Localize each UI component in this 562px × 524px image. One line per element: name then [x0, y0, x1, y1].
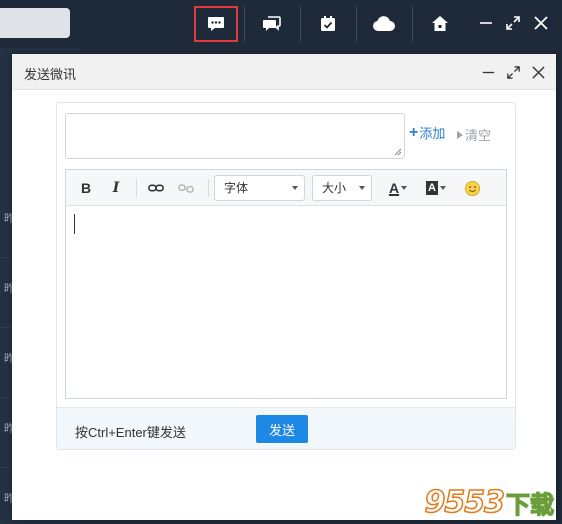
search-box[interactable]: [0, 8, 70, 38]
send-message-dialog: 发送微讯 + 添加 清空 B I 字体 大小 A A 按Ctrl+Enter键发…: [12, 54, 556, 520]
dialog-minimize-button[interactable]: [478, 62, 498, 82]
top-bar: [0, 0, 562, 48]
clear-recipients-link[interactable]: 清空: [455, 125, 491, 144]
font-family-value: 字体: [224, 181, 249, 195]
italic-button[interactable]: I: [108, 178, 124, 198]
watermark-text: 下载: [505, 490, 554, 519]
list-item[interactable]: 昨: [0, 468, 15, 524]
cloud-button[interactable]: [362, 6, 406, 42]
emoji-icon: [464, 180, 480, 196]
clear-icon: [457, 130, 463, 139]
compose-panel: + 添加 清空 B I 字体 大小 A A 按Ctrl+Enter键发送 发送: [56, 102, 516, 450]
home-icon: [432, 16, 448, 31]
message-icon: [208, 17, 224, 31]
chevron-down-icon: [401, 186, 408, 190]
plus-icon: +: [409, 123, 419, 141]
insert-link-button[interactable]: [146, 178, 166, 198]
remove-link-button[interactable]: [176, 178, 196, 198]
dialog-titlebar: 发送微讯: [12, 54, 556, 90]
chat-icon: [263, 16, 281, 31]
send-shortcut-hint: 按Ctrl+Enter键发送: [75, 425, 186, 440]
list-item[interactable]: 昨: [0, 188, 15, 258]
font-size-value: 大小: [322, 181, 347, 195]
minimize-icon: [480, 22, 492, 24]
compose-footer: 按Ctrl+Enter键发送 发送: [57, 407, 515, 449]
list-item[interactable]: 昨: [0, 258, 15, 328]
link-icon: [148, 184, 164, 192]
dialog-title: 发送微讯: [24, 67, 77, 82]
close-icon: [531, 65, 545, 79]
recipients-field[interactable]: [65, 113, 405, 159]
calendar-check-icon: [321, 16, 335, 31]
chevron-down-icon: [439, 186, 446, 190]
calendar-button[interactable]: [306, 6, 350, 42]
editor-toolbar: B I 字体 大小 A A: [66, 170, 506, 206]
watermark-number: 9553: [424, 484, 506, 521]
highlight-color-icon: A: [426, 181, 438, 195]
resize-grip-icon[interactable]: [394, 148, 402, 156]
toolbar-divider: [208, 179, 209, 197]
font-size-select[interactable]: 大小: [312, 175, 372, 201]
app-minimize-button[interactable]: [473, 10, 499, 36]
list-item[interactable]: 昨: [0, 328, 15, 398]
emoji-button[interactable]: [462, 178, 482, 198]
dialog-maximize-button[interactable]: [503, 62, 523, 82]
clear-label: 清空: [465, 128, 492, 143]
close-icon: [534, 16, 548, 30]
add-recipient-link[interactable]: + 添加: [409, 123, 445, 142]
message-body-input[interactable]: [66, 206, 506, 398]
font-color-icon: A: [388, 180, 400, 196]
background-color-button[interactable]: A: [422, 178, 450, 198]
cloud-icon: [373, 16, 395, 31]
message-button[interactable]: [194, 6, 238, 42]
dialog-close-button[interactable]: [528, 62, 548, 82]
watermark-logo: 9553 下载: [424, 484, 555, 521]
font-color-button[interactable]: A: [384, 178, 412, 198]
list-item[interactable]: 昨: [0, 398, 15, 468]
chevron-down-icon: [359, 186, 365, 190]
text-cursor: [74, 214, 75, 234]
toolbar-divider: [136, 179, 137, 197]
message-editor: B I 字体 大小 A A: [65, 169, 507, 399]
minimize-icon: [482, 71, 494, 73]
chat-button[interactable]: [250, 6, 294, 42]
maximize-icon: [506, 16, 520, 30]
maximize-icon: [506, 65, 520, 79]
add-label: 添加: [419, 126, 446, 141]
divider: [300, 6, 301, 42]
app-close-button[interactable]: [528, 10, 554, 36]
divider: [356, 6, 357, 42]
font-family-select[interactable]: 字体: [214, 175, 305, 201]
send-button[interactable]: 发送: [256, 415, 308, 443]
divider: [412, 6, 413, 42]
divider: [244, 6, 245, 42]
chevron-down-icon: [292, 186, 298, 190]
bold-button[interactable]: B: [78, 178, 94, 198]
app-maximize-button[interactable]: [500, 10, 526, 36]
unlink-icon: [178, 183, 194, 193]
home-button[interactable]: [418, 6, 462, 42]
